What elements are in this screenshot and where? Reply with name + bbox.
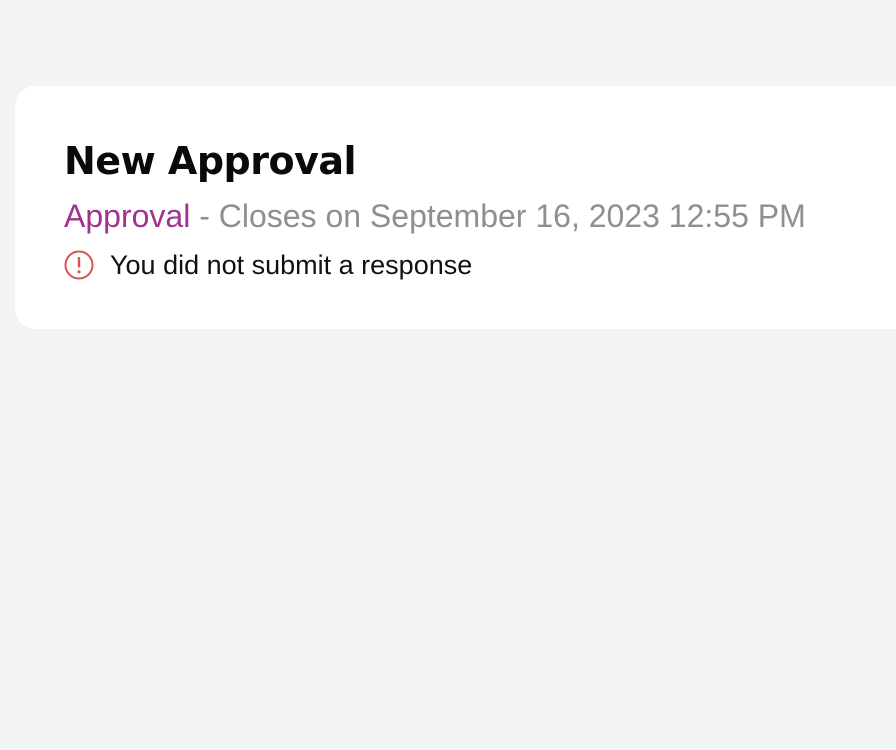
response-status-text: You did not submit a response [110, 250, 473, 280]
approval-meta: Approval - Closes on September 16, 2023 … [64, 196, 806, 236]
approval-title[interactable]: New Approval [64, 138, 357, 184]
response-status: You did not submit a response [64, 248, 472, 282]
approval-card[interactable]: New Approval Approval - Closes on Septem… [15, 86, 896, 329]
approval-type-link[interactable]: Approval [64, 198, 190, 234]
alert-circle-icon [64, 250, 94, 280]
closing-date: Closes on September 16, 2023 12:55 PM [218, 198, 806, 234]
meta-separator: - [199, 198, 219, 234]
